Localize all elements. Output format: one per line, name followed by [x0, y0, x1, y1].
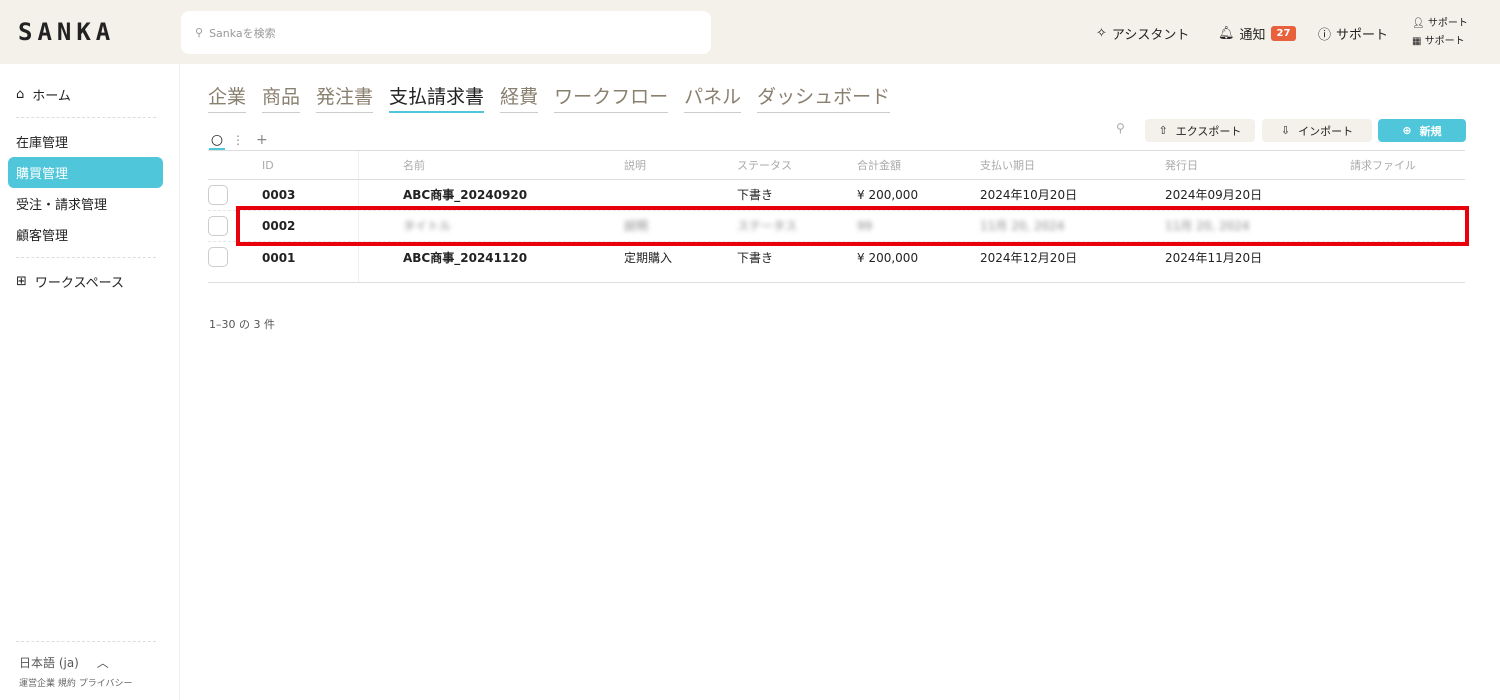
table-row[interactable]: 0001 ABC商事_20241120 定期購入 下書き ¥ 200,000 2… — [208, 242, 1465, 283]
download-icon: ⇩ — [1280, 124, 1291, 137]
export-label: エクスポート — [1175, 124, 1242, 138]
sidebar-item-orders[interactable]: 受注・請求管理 — [8, 188, 163, 219]
column-divider — [358, 242, 359, 282]
notification-badge: 27 — [1270, 26, 1297, 41]
view-circle-icon[interactable]: ○ — [209, 132, 225, 150]
support-button[interactable]: ⓘ サポート — [1318, 24, 1388, 43]
notifications-button[interactable]: 🔔︎ 通知 27 — [1218, 24, 1297, 43]
cell-due-date: 2024年12月20日 — [980, 251, 1078, 265]
col-due-date[interactable]: 支払い期日 — [980, 151, 1035, 181]
home-icon: ⌂ — [16, 87, 25, 102]
sidebar-item-workspace[interactable]: ⊞ ワークスペース — [8, 266, 163, 297]
col-issue-date[interactable]: 発行日 — [1165, 151, 1198, 181]
sidebar: ⌂ ホーム 在庫管理 購買管理 受注・請求管理 顧客管理 ⊞ ワークスペース 日本語… — [0, 64, 180, 700]
cell-total: ¥ 200,000 — [857, 251, 919, 265]
tab-products[interactable]: 商品 — [262, 82, 301, 113]
tab-dashboards[interactable]: ダッシュボード — [757, 82, 891, 113]
notifications-label: 通知 — [1239, 28, 1266, 43]
language-label: 日本語 (ja) — [19, 656, 79, 670]
user-menu[interactable]: 👤︎ サポート ▦ サポート — [1412, 15, 1468, 51]
search-icon: ⚲ — [195, 26, 204, 39]
tab-companies[interactable]: 企業 — [208, 82, 247, 113]
tab-expenses[interactable]: 経費 — [500, 82, 539, 113]
bell-icon: 🔔︎ — [1218, 26, 1235, 41]
divider — [16, 257, 156, 258]
sidebar-item-home[interactable]: ⌂ ホーム — [8, 79, 163, 110]
cell-issue-date: 2024年11月20日 — [1165, 251, 1263, 265]
highlight-box — [236, 206, 1469, 246]
row-checkbox[interactable] — [208, 216, 228, 236]
wand-icon: ✧ — [1096, 26, 1107, 41]
col-id[interactable]: ID — [262, 151, 274, 181]
import-label: インポート — [1298, 124, 1354, 138]
logo[interactable]: SANKA — [18, 18, 115, 46]
upload-icon: ⇧ — [1158, 124, 1168, 137]
assistant-label: アシスタント — [1111, 28, 1190, 43]
workspace-label: ワークスペース — [34, 276, 124, 291]
tab-bills[interactable]: 支払請求書 — [389, 82, 485, 113]
table-header: ID 名前 説明 ステータス 合計金額 支払い期日 発行日 請求ファイル — [208, 150, 1465, 180]
row-checkbox[interactable] — [208, 247, 228, 267]
export-button[interactable]: ⇧ エクスポート — [1145, 119, 1255, 142]
search-input[interactable]: ⚲ Sankaを検索 — [181, 11, 711, 54]
home-label: ホーム — [32, 89, 71, 104]
col-name[interactable]: 名前 — [403, 151, 425, 181]
language-selector[interactable]: 日本語 (ja) ︿ — [19, 654, 109, 671]
apps-icon: ⊞ — [16, 274, 27, 289]
chevron-up-icon: ︿ — [96, 656, 109, 670]
divider — [16, 117, 156, 118]
cell-description: 定期購入 — [624, 251, 673, 265]
sidebar-item-customers[interactable]: 顧客管理 — [8, 219, 163, 250]
divider — [16, 641, 156, 642]
new-label: 新規 — [1419, 124, 1442, 138]
workspace-name: サポート — [1424, 36, 1465, 47]
col-description[interactable]: 説明 — [624, 151, 646, 181]
cell-id[interactable]: 0001 — [262, 243, 295, 273]
object-tabs: 企業 商品 発注書 支払請求書 経費 ワークフロー パネル ダッシュボード — [208, 82, 891, 113]
import-button[interactable]: ⇩ インポート — [1262, 119, 1372, 142]
sidebar-item-inventory[interactable]: 在庫管理 — [8, 126, 163, 157]
support-label: サポート — [1336, 28, 1389, 43]
table-search-icon[interactable]: ⚲ — [1116, 121, 1125, 135]
column-divider — [358, 151, 359, 179]
cell-status: 下書き — [737, 251, 774, 265]
row-checkbox[interactable] — [208, 185, 228, 205]
footer-links[interactable]: 運営企業 規約 プライバシー — [19, 676, 133, 689]
col-total[interactable]: 合計金額 — [857, 151, 901, 181]
tab-panels[interactable]: パネル — [684, 82, 742, 113]
pagination-info: 1–30 の 3 件 — [209, 318, 275, 331]
col-status[interactable]: ステータス — [737, 151, 792, 181]
plus-circle-icon: ⊕ — [1402, 124, 1412, 137]
tab-workflows[interactable]: ワークフロー — [554, 82, 669, 113]
assistant-button[interactable]: ✧ アシスタント — [1096, 24, 1189, 43]
search-placeholder: Sankaを検索 — [209, 26, 276, 40]
cell-name[interactable]: ABC商事_20241120 — [403, 243, 527, 273]
view-options-icon[interactable]: ⋮ — [232, 133, 244, 147]
top-header: SANKA ⚲ Sankaを検索 ✧ アシスタント 🔔︎ 通知 27 ⓘ サポート 👤︎ … — [0, 0, 1500, 64]
user-name: サポート — [1427, 18, 1468, 29]
col-file[interactable]: 請求ファイル — [1350, 151, 1416, 181]
help-icon: ⓘ — [1318, 28, 1332, 43]
add-view-icon[interactable]: + — [256, 132, 268, 148]
tab-purchase-orders[interactable]: 発注書 — [316, 82, 374, 113]
new-button[interactable]: ⊕ 新規 — [1378, 119, 1466, 142]
sidebar-item-purchasing[interactable]: 購買管理 — [8, 157, 163, 188]
